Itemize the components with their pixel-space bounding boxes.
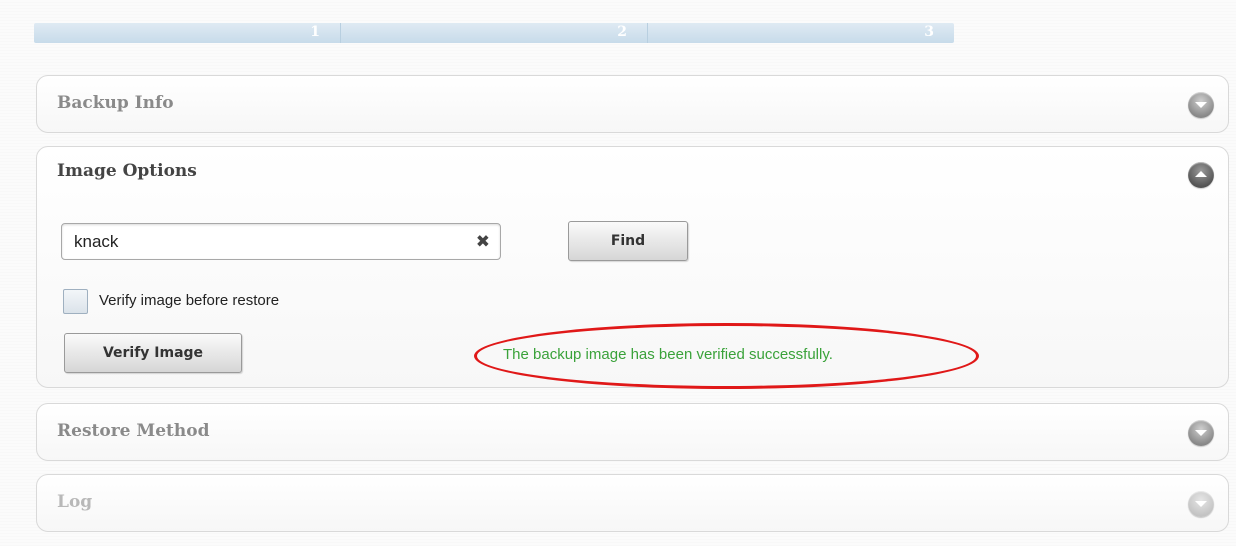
panel-title: Backup Info — [57, 93, 174, 113]
image-search-field[interactable]: ✖ — [61, 223, 501, 260]
progress-step-1: 1 — [34, 23, 340, 43]
find-button[interactable]: Find — [568, 221, 688, 261]
progress-step-label: 3 — [924, 24, 934, 40]
chevron-down-icon[interactable] — [1188, 491, 1214, 517]
progress-step-label: 1 — [310, 24, 320, 40]
wizard-progress-bar: 1 2 3 — [34, 23, 954, 43]
progress-step-3: 3 — [647, 23, 954, 43]
verify-image-button[interactable]: Verify Image — [64, 333, 242, 373]
panel-backup-info[interactable]: Backup Info — [36, 75, 1229, 133]
panel-title: Log — [57, 492, 93, 512]
panel-log[interactable]: Log — [36, 474, 1229, 532]
clear-icon[interactable]: ✖ — [476, 232, 490, 252]
chevron-up-icon[interactable] — [1188, 162, 1214, 188]
verify-image-checkbox-label: Verify image before restore — [99, 292, 280, 309]
image-search-input[interactable] — [74, 231, 454, 253]
panel-restore-method[interactable]: Restore Method — [36, 403, 1229, 461]
panel-image-options: Image Options ✖ Find Verify image before… — [36, 146, 1229, 389]
verify-image-checkbox[interactable] — [63, 289, 88, 314]
highlight-annotation — [474, 323, 979, 389]
panel-title: Restore Method — [57, 421, 210, 441]
chevron-down-icon[interactable] — [1188, 420, 1214, 446]
progress-step-2: 2 — [340, 23, 647, 43]
panel-title: Image Options — [57, 161, 197, 181]
progress-step-label: 2 — [617, 24, 627, 40]
chevron-down-icon[interactable] — [1188, 92, 1214, 118]
